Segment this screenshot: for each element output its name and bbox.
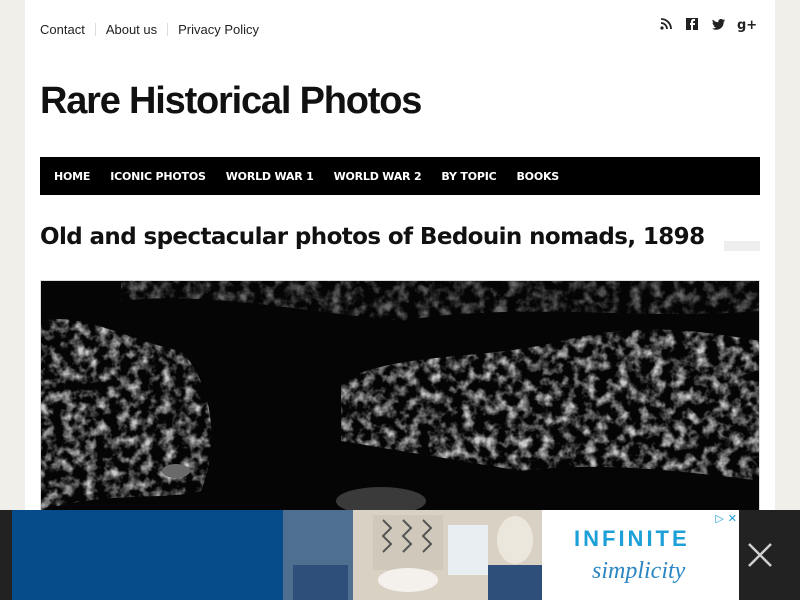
about-link[interactable]: About us bbox=[96, 22, 167, 37]
google-plus-icon[interactable]: g+ bbox=[737, 18, 757, 34]
social-icons: g+ bbox=[659, 18, 757, 34]
nav-item-world-war-1[interactable]: WORLD WAR 1 bbox=[226, 170, 314, 183]
close-icon[interactable] bbox=[745, 540, 775, 570]
nav-item-home[interactable]: HOME bbox=[54, 170, 90, 183]
twitter-icon[interactable] bbox=[711, 18, 725, 34]
ad-choices[interactable]: ▷ ✕ bbox=[715, 512, 737, 525]
ad-blue-panel[interactable] bbox=[12, 510, 283, 600]
ad-text-panel[interactable]: ▷ ✕ INFINITE simplicity bbox=[542, 510, 739, 600]
rss-icon[interactable] bbox=[659, 18, 673, 34]
article-photo[interactable] bbox=[40, 280, 760, 520]
facebook-icon[interactable] bbox=[685, 18, 699, 34]
nav-item-by-topic[interactable]: BY TOPIC bbox=[441, 170, 496, 183]
ad-banner: ▷ ✕ INFINITE simplicity bbox=[0, 510, 800, 600]
article-title: Old and spectacular photos of Bedouin no… bbox=[40, 224, 705, 250]
title-accent-bar bbox=[724, 241, 760, 251]
site-title[interactable]: Rare Historical Photos bbox=[40, 80, 422, 123]
ad-image[interactable] bbox=[283, 510, 542, 600]
ad-close-small-icon[interactable]: ✕ bbox=[728, 512, 737, 525]
nav-item-books[interactable]: BOOKS bbox=[516, 170, 559, 183]
nav-item-world-war-2[interactable]: WORLD WAR 2 bbox=[334, 170, 422, 183]
contact-link[interactable]: Contact bbox=[40, 22, 95, 37]
top-links: Contact About us Privacy Policy bbox=[40, 20, 269, 38]
ad-tagline: simplicity bbox=[592, 558, 686, 584]
ad-info-icon[interactable]: ▷ bbox=[715, 512, 723, 525]
privacy-link[interactable]: Privacy Policy bbox=[168, 22, 269, 37]
nav-item-iconic-photos[interactable]: ICONIC PHOTOS bbox=[110, 170, 206, 183]
ad-headline: INFINITE bbox=[574, 526, 690, 551]
photo-image bbox=[41, 281, 759, 519]
main-nav: HOME ICONIC PHOTOS WORLD WAR 1 WORLD WAR… bbox=[40, 157, 760, 195]
